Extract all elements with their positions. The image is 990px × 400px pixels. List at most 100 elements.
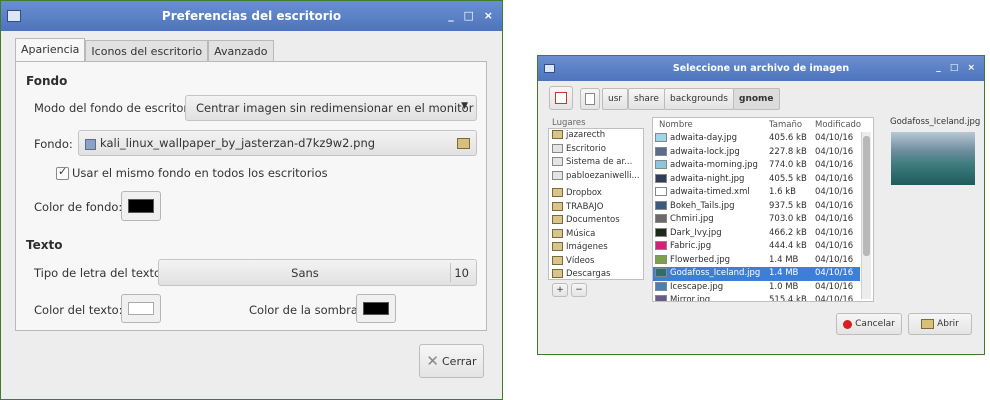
prefs-window-title: Preferencias del escritorio — [161, 9, 342, 23]
file-size: 703.0 kB — [769, 214, 807, 224]
place-item[interactable]: jazarecth — [549, 129, 643, 143]
file-name-cell: adwaita-lock.jpg — [655, 146, 740, 160]
edit-location-button[interactable] — [549, 86, 573, 110]
home-icon — [552, 130, 563, 139]
place-item[interactable]: Imágenes — [549, 241, 643, 255]
folder-icon — [552, 215, 563, 224]
picker-window-title: Seleccione un archivo de imagen — [672, 63, 850, 74]
tab-iconos[interactable]: Iconos del escritorio — [85, 40, 209, 63]
file-row[interactable]: adwaita-lock.jpg 227.8 kB 04/10/16 — [653, 146, 860, 160]
cancel-button[interactable]: Cancelar — [836, 313, 902, 335]
place-item[interactable]: Documentos — [549, 214, 643, 228]
open-button[interactable]: Abrir — [908, 313, 972, 335]
add-bookmark-button[interactable]: + — [552, 283, 568, 297]
open-folder-icon — [921, 319, 935, 329]
crumb-gnome[interactable]: gnome — [733, 88, 780, 110]
image-thumbnail-icon — [655, 241, 667, 250]
file-row[interactable]: Mirror.jpg 515.4 kB 04/10/16 — [653, 294, 860, 302]
file-row[interactable]: adwaita-morning.jpg 774.0 kB 04/10/16 — [653, 159, 860, 173]
remove-bookmark-button[interactable]: − — [571, 283, 587, 297]
file-list-scrollbar[interactable] — [861, 132, 871, 299]
file-size: 1.0 MB — [769, 281, 799, 292]
file-name: Mirror.jpg — [670, 295, 711, 302]
file-name-cell: Fabric.jpg — [655, 240, 711, 254]
fondo-file-button[interactable]: kali_linux_wallpaper_by_jasterzan-d7kz9w… — [78, 130, 477, 156]
file-modified: 04/10/16 — [815, 133, 854, 143]
tab-apariencia[interactable]: Apariencia — [15, 38, 86, 63]
place-item[interactable]: Escritorio — [549, 143, 643, 157]
fondo-section-title: Fondo — [26, 74, 68, 88]
file-row[interactable]: adwaita-timed.xml 1.6 kB 04/10/16 — [653, 186, 860, 200]
file-row[interactable]: Icescape.jpg 1.0 MB 04/10/16 — [653, 281, 860, 295]
file-name: Dark_Ivy.jpg — [670, 227, 722, 238]
file-name: adwaita-morning.jpg — [670, 160, 758, 170]
chevron-down-icon: ▼ — [461, 101, 468, 111]
prefs-tabs: Apariencia Iconos del escritorio Avanzad… — [15, 38, 274, 63]
same-bg-checkbox[interactable]: ✓ — [56, 165, 69, 180]
file-name: adwaita-lock.jpg — [670, 146, 740, 157]
prefs-window-controls[interactable]: _ □ × — [448, 1, 496, 31]
file-size: 937.5 kB — [769, 200, 807, 211]
file-name: adwaita-timed.xml — [670, 187, 750, 197]
crumb-usr[interactable]: usr — [602, 88, 629, 110]
file-modified: 04/10/16 — [815, 254, 854, 265]
file-name: adwaita-night.jpg — [670, 173, 745, 184]
path-back-button[interactable] — [580, 88, 600, 110]
column-header-size[interactable]: Tamaño — [769, 120, 802, 130]
column-header-name[interactable]: Nombre — [659, 120, 693, 130]
file-size: 466.2 kB — [769, 227, 807, 238]
bg-color-button[interactable] — [121, 191, 161, 221]
place-item[interactable]: Sistema de ar... — [549, 156, 643, 170]
file-row[interactable]: Bokeh_Tails.jpg 937.5 kB 04/10/16 — [653, 200, 860, 214]
file-row[interactable]: Flowerbed.jpg 1.4 MB 04/10/16 — [653, 254, 860, 268]
file-name: Chmiri.jpg — [670, 214, 714, 224]
file-modified: 04/10/16 — [815, 281, 854, 292]
file-list[interactable]: Nombre Tamaño Modificado adwaita-day.jpg… — [652, 117, 874, 302]
document-icon — [585, 93, 595, 105]
place-item[interactable]: Descargas — [549, 268, 643, 279]
place-item[interactable]: TRABAJO — [549, 201, 643, 215]
place-item[interactable]: Dropbox — [549, 187, 643, 201]
shadow-color-button[interactable] — [356, 294, 396, 323]
window-menu-icon[interactable] — [544, 64, 555, 73]
column-header-modified[interactable]: Modificado — [815, 120, 861, 130]
text-color-button[interactable] — [121, 294, 161, 323]
drive-icon — [552, 170, 563, 180]
file-row[interactable]: adwaita-day.jpg 405.6 kB 04/10/16 — [653, 132, 860, 146]
crumb-share[interactable]: share — [628, 88, 665, 110]
picker-titlebar[interactable]: Seleccione un archivo de imagen _ □ × — [538, 56, 984, 81]
pencil-icon — [555, 92, 567, 104]
close-button[interactable]: ✕ Cerrar — [419, 344, 484, 378]
bg-color-label: Color de fondo: — [34, 200, 123, 214]
place-item[interactable]: Música — [549, 228, 643, 242]
file-row[interactable]: Dark_Ivy.jpg 466.2 kB 04/10/16 — [653, 227, 860, 241]
file-size: 1.4 MB — [769, 268, 799, 278]
place-label: Escritorio — [566, 143, 606, 154]
folder-icon — [552, 228, 563, 238]
crumb-backgrounds[interactable]: backgrounds — [664, 88, 734, 110]
window-menu-icon[interactable] — [7, 10, 21, 22]
image-thumbnail-icon — [655, 160, 667, 169]
tab-avanzado[interactable]: Avanzado — [208, 40, 274, 63]
file-row[interactable]: Chmiri.jpg 703.0 kB 04/10/16 — [653, 213, 860, 227]
desktop-preferences-window: Preferencias del escritorio _ □ × Aparie… — [0, 0, 503, 400]
folder-icon — [552, 269, 563, 278]
file-row[interactable]: Fabric.jpg 444.4 kB 04/10/16 — [653, 240, 860, 254]
font-name: Sans — [291, 266, 319, 280]
cancel-icon — [843, 319, 853, 329]
file-name: Flowerbed.jpg — [670, 254, 731, 265]
drive-icon — [552, 157, 563, 166]
scrollbar-thumb[interactable] — [863, 136, 870, 256]
prefs-titlebar[interactable]: Preferencias del escritorio _ □ × — [1, 1, 502, 31]
same-bg-label[interactable]: Usar el mismo fondo en todos los escrito… — [72, 166, 328, 180]
file-row[interactable]: Godafoss_Iceland.jpg 1.4 MB 04/10/16 — [653, 267, 860, 281]
place-item[interactable]: pabloezaniwelli... — [549, 170, 643, 184]
font-button[interactable]: Sans 10 — [158, 259, 477, 286]
mode-dropdown[interactable]: Centrar imagen sin redimensionar en el m… — [185, 95, 477, 121]
file-modified: 04/10/16 — [815, 268, 854, 278]
file-modified: 04/10/16 — [815, 187, 854, 197]
picker-window-controls[interactable]: _ □ × — [936, 56, 978, 81]
file-row[interactable]: adwaita-night.jpg 405.5 kB 04/10/16 — [653, 173, 860, 187]
file-modified: 04/10/16 — [815, 160, 854, 170]
place-item[interactable]: Vídeos — [549, 255, 643, 269]
